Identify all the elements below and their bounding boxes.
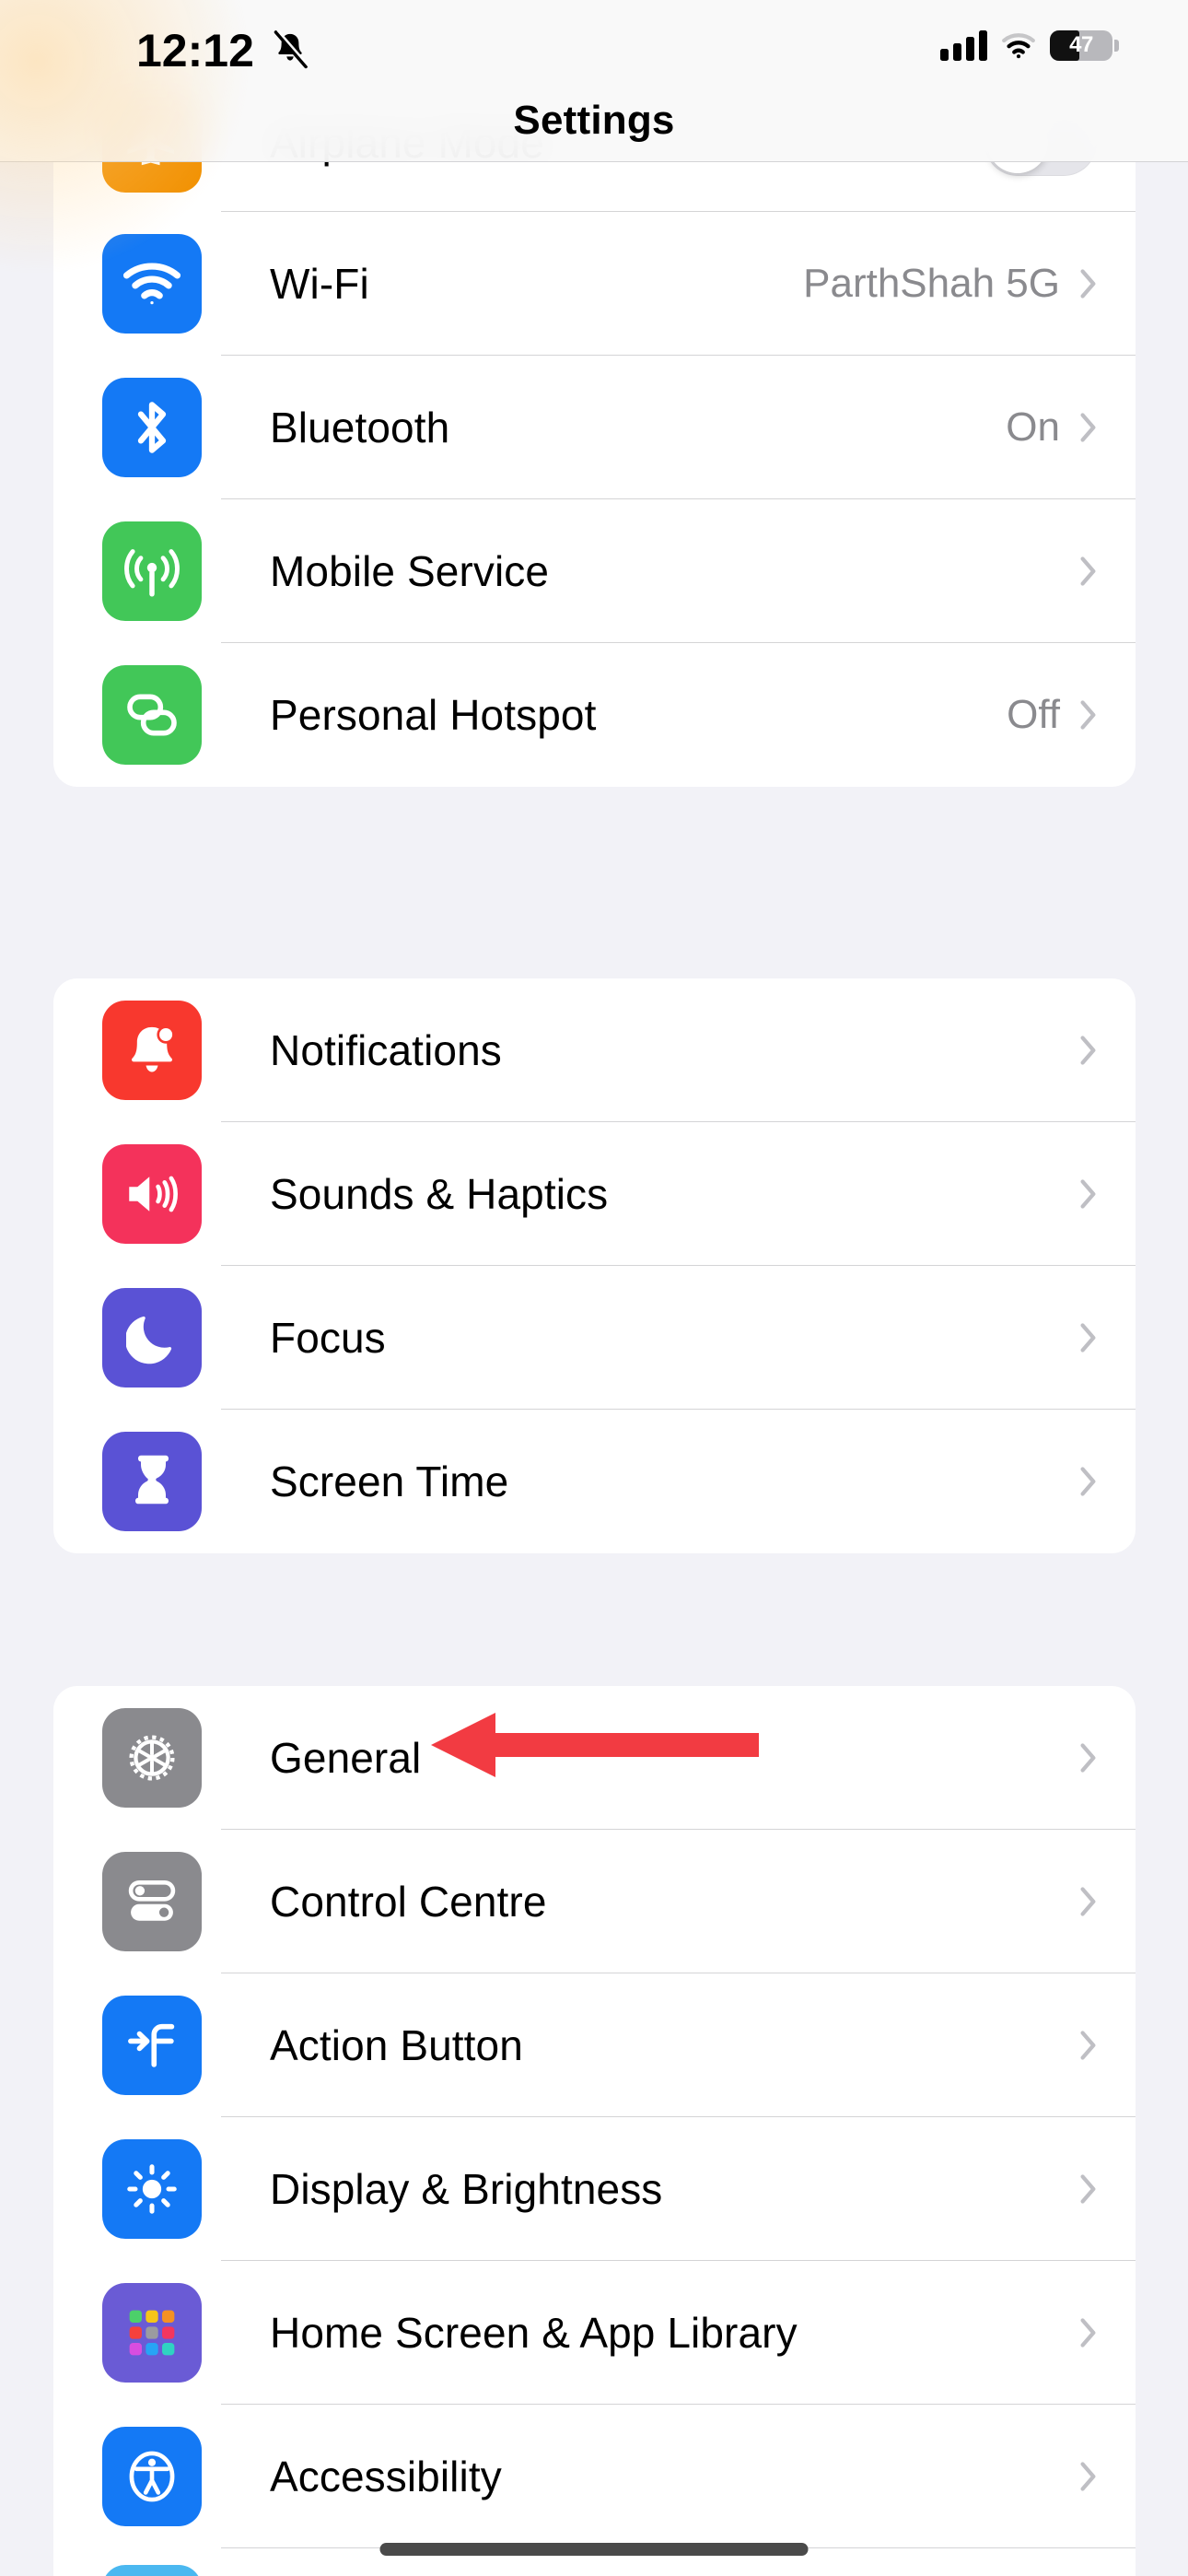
settings-group-connectivity: Airplane Mode Wi-Fi P (53, 74, 1136, 787)
hotspot-link-icon (102, 665, 202, 765)
hourglass-icon (102, 1432, 202, 1531)
settings-row-label: Accessibility (270, 2453, 502, 2500)
settings-row-label: Display & Brightness (270, 2165, 663, 2213)
row-accessory[interactable]: On (1006, 404, 1136, 451)
settings-row-label: Screen Time (270, 1458, 509, 1505)
settings-row-control-centre[interactable]: Control Centre (53, 1830, 1136, 1973)
row-accessory[interactable] (1080, 1467, 1136, 1496)
settings-row-label: Home Screen & App Library (270, 2309, 798, 2357)
settings-row-accessibility[interactable]: Accessibility (53, 2405, 1136, 2548)
settings-row-bluetooth[interactable]: Bluetooth On (53, 356, 1136, 499)
settings-row-label: Notifications (270, 1026, 502, 1074)
sliders-icon (102, 1852, 202, 1951)
row-accessory[interactable] (1080, 1179, 1136, 1209)
settings-row-label: Bluetooth (270, 404, 450, 451)
row-accessory[interactable] (1060, 556, 1136, 586)
chevron-right-icon (1080, 1179, 1097, 1209)
settings-row-general[interactable]: General (53, 1686, 1136, 1830)
iphone-settings-screen: Airplane Mode Wi-Fi P (0, 0, 1188, 2576)
row-accessory[interactable]: Off (1007, 692, 1136, 738)
row-accessory[interactable] (1080, 1887, 1136, 1916)
settings-row-label: Sounds & Haptics (270, 1170, 609, 1218)
settings-row-label: Focus (270, 1314, 386, 1362)
chevron-right-icon (1080, 2462, 1097, 2491)
settings-row-label: Control Centre (270, 1878, 547, 1926)
page-title: Settings (513, 98, 675, 143)
chevron-right-icon (1080, 2318, 1097, 2348)
chevron-right-icon (1080, 413, 1097, 442)
settings-row-label: General (270, 1734, 422, 1782)
settings-row-label: Mobile Service (270, 547, 550, 595)
settings-row-home-screen-app-library[interactable]: Home Screen & App Library (53, 2261, 1136, 2405)
navigation-bar: Settings (0, 0, 1188, 162)
row-accessory[interactable] (1080, 1743, 1136, 1773)
settings-row-focus[interactable]: Focus (53, 1266, 1136, 1410)
chevron-right-icon (1080, 1887, 1097, 1916)
settings-group-alerts: Notifications Sounds & Haptics Focus Scr… (53, 978, 1136, 1553)
wifi-icon (102, 234, 202, 334)
bluetooth-state-value: On (1006, 404, 1060, 450)
chevron-right-icon (1080, 1036, 1097, 1065)
row-accessory[interactable] (1080, 2462, 1136, 2491)
settings-row-label: Action Button (270, 2021, 523, 2069)
chevron-right-icon (1080, 1743, 1097, 1773)
settings-row-wifi[interactable]: Wi-Fi ParthShah 5G (53, 212, 1136, 356)
partial-icon (102, 2565, 202, 2576)
settings-row-display-brightness[interactable]: Display & Brightness (53, 2117, 1136, 2261)
action-button-icon (102, 1996, 202, 2095)
chevron-right-icon (1080, 2174, 1097, 2204)
settings-group-system: General Control Centre Action Button Dis… (53, 1686, 1136, 2576)
home-indicator[interactable] (379, 2543, 809, 2556)
row-accessory[interactable] (1080, 2031, 1136, 2060)
bell-badge-icon (102, 1001, 202, 1100)
settings-row-label: Wi-Fi (270, 260, 369, 308)
row-accessory[interactable] (1080, 1036, 1136, 1065)
settings-row-personal-hotspot[interactable]: Personal Hotspot Off (53, 643, 1136, 787)
accessibility-icon (102, 2427, 202, 2526)
sun-icon (102, 2139, 202, 2239)
moon-icon (102, 1288, 202, 1388)
row-accessory[interactable] (1080, 1323, 1136, 1352)
chevron-right-icon (1080, 2031, 1097, 2060)
wifi-network-value: ParthShah 5G (803, 261, 1060, 306)
row-accessory[interactable] (1080, 2174, 1136, 2204)
row-accessory[interactable] (1080, 2318, 1136, 2348)
chevron-right-icon (1080, 1467, 1097, 1496)
antenna-icon (102, 521, 202, 621)
chevron-right-icon (1080, 700, 1097, 730)
row-accessory[interactable]: ParthShah 5G (803, 261, 1136, 307)
chevron-right-icon (1080, 1323, 1097, 1352)
speaker-waves-icon (102, 1144, 202, 1244)
bluetooth-icon (102, 378, 202, 477)
settings-row-label: Personal Hotspot (270, 691, 597, 739)
chevron-right-icon (1080, 556, 1097, 586)
gear-icon (102, 1708, 202, 1808)
settings-row-screen-time[interactable]: Screen Time (53, 1410, 1136, 1553)
app-grid-icon (102, 2283, 202, 2383)
chevron-right-icon (1080, 269, 1097, 299)
settings-row-notifications[interactable]: Notifications (53, 978, 1136, 1122)
settings-row-action-button[interactable]: Action Button (53, 1973, 1136, 2117)
settings-scroll-view[interactable]: Airplane Mode Wi-Fi P (0, 0, 1188, 2576)
hotspot-state-value: Off (1007, 692, 1060, 737)
settings-row-sounds-haptics[interactable]: Sounds & Haptics (53, 1122, 1136, 1266)
settings-row-mobile-service[interactable]: Mobile Service (53, 499, 1136, 643)
